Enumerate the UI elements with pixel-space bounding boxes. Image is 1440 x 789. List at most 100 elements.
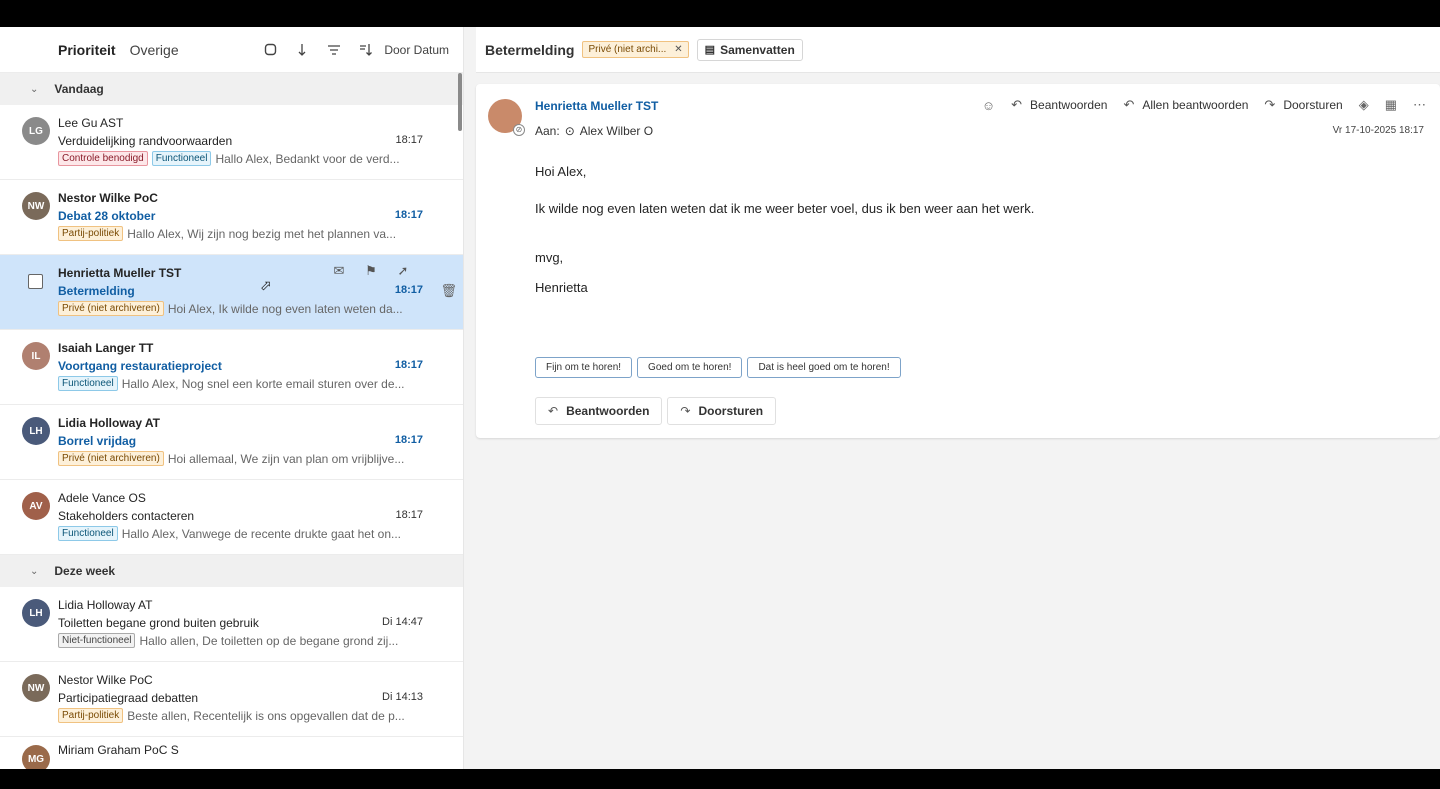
sender-name[interactable]: Henrietta Mueller TST bbox=[535, 99, 658, 113]
suggested-reply-button[interactable]: Dat is heel goed om te horen! bbox=[747, 357, 901, 378]
flag-icon[interactable]: ⚑ bbox=[355, 263, 387, 279]
sender-name: Lee Gu AST bbox=[58, 116, 124, 130]
reading-pane-header: Betermelding Privé (niet archi... ✕ ▤ Sa… bbox=[476, 27, 1440, 73]
category-tag: Controle benodigd bbox=[58, 151, 148, 166]
top-black-bar bbox=[0, 0, 1440, 27]
tab-other[interactable]: Overige bbox=[130, 42, 179, 58]
reply-label: Beantwoorden bbox=[566, 404, 650, 418]
trash-icon[interactable]: 🗑 bbox=[440, 283, 457, 299]
received-time: 18:17 bbox=[394, 209, 423, 221]
close-icon[interactable]: ✕ bbox=[674, 44, 682, 55]
chevron-down-icon[interactable]: ⌄ bbox=[30, 84, 38, 95]
subject: Participatiegraad debatten bbox=[58, 691, 199, 705]
reply-label: Beantwoorden bbox=[1030, 98, 1108, 112]
list-item[interactable]: IL Isaiah Langer TT Voortgang restaurati… bbox=[0, 330, 463, 405]
mouse-cursor-icon: ⬀ bbox=[260, 277, 272, 293]
sort-order-icon[interactable] bbox=[358, 42, 374, 58]
forward-label: Doorsturen bbox=[1283, 98, 1343, 112]
group-header-today[interactable]: ⌄ Vandaag bbox=[0, 73, 463, 105]
bottom-reply-actions: ↶ Beantwoorden ↷ Doorsturen bbox=[535, 397, 781, 425]
conversation-subject: Betermelding bbox=[485, 41, 575, 58]
presence-icon: ⊘ bbox=[513, 124, 525, 136]
preview-line: Functioneel Hallo Alex, Vanwege de recen… bbox=[58, 526, 423, 541]
message-list-pane: Prioriteit Overige Door Datum ⌄ Vandaag bbox=[0, 27, 464, 769]
select-checkbox[interactable] bbox=[28, 274, 43, 289]
avatar: MG bbox=[22, 745, 50, 769]
list-item[interactable]: LH Lidia Holloway AT Toiletten begane gr… bbox=[0, 587, 463, 662]
message-list-header: Prioriteit Overige Door Datum bbox=[0, 27, 463, 73]
sort-by-date-button[interactable]: Door Datum bbox=[384, 43, 449, 57]
reply-all-label: Allen beantwoorden bbox=[1142, 98, 1249, 112]
chevron-down-icon[interactable]: ⌄ bbox=[30, 566, 38, 577]
list-item[interactable]: MG Miriam Graham PoC S bbox=[0, 737, 463, 769]
mark-read-icon[interactable]: ✉ bbox=[323, 263, 355, 279]
pin-icon[interactable]: ➚ bbox=[387, 263, 419, 279]
received-time: 18:17 bbox=[395, 134, 423, 146]
subject: Borrel vrijdag bbox=[58, 434, 137, 448]
sender-name: Nestor Wilke PoC bbox=[58, 673, 153, 687]
avatar: LH bbox=[22, 417, 50, 445]
sticker-icon[interactable]: ◈ bbox=[1359, 97, 1369, 113]
more-icon[interactable]: ⋯ bbox=[1413, 97, 1426, 113]
bottom-black-bar bbox=[0, 769, 1440, 789]
category-tag: Functioneel bbox=[58, 376, 118, 391]
sort-icon[interactable] bbox=[294, 42, 310, 58]
recipients: Aan: ⊙ Alex Wilber O bbox=[535, 124, 653, 138]
group-header-this-week[interactable]: ⌄ Deze week bbox=[0, 555, 463, 587]
preview-text: Hoi allemaal, We zijn van plan om vrijbl… bbox=[167, 451, 405, 466]
avatar: ⊘ bbox=[488, 99, 525, 136]
list-item[interactable]: LG Lee Gu AST Verduidelijking randvoorwa… bbox=[0, 105, 463, 180]
avatar: NW bbox=[22, 674, 50, 702]
subject: Betermelding bbox=[58, 284, 135, 298]
preview-line: Privé (niet archiveren) Hoi Alex, Ik wil… bbox=[58, 301, 423, 316]
body-line: Ik wilde nog even laten weten dat ik me … bbox=[535, 201, 1035, 216]
category-tag: Partij-politiek bbox=[58, 708, 124, 723]
recipient-icon: ⊙ bbox=[564, 124, 575, 138]
tab-priority[interactable]: Prioriteit bbox=[58, 42, 116, 58]
category-chip[interactable]: Privé (niet archi... ✕ bbox=[582, 41, 689, 58]
recipient-name[interactable]: Alex Wilber O bbox=[580, 124, 653, 138]
list-item[interactable]: NW Nestor Wilke PoC Participatiegraad de… bbox=[0, 662, 463, 737]
select-all-icon[interactable] bbox=[262, 42, 278, 58]
hover-actions: ✉ ⚑ ➚ bbox=[323, 263, 419, 279]
emoji-icon[interactable]: ☺ bbox=[982, 98, 995, 113]
sent-date: Vr 17-10-2025 18:17 bbox=[1332, 125, 1424, 136]
preview-text: Beste allen, Recentelijk is ons opgevall… bbox=[127, 708, 405, 723]
filter-icon[interactable] bbox=[326, 42, 342, 58]
avatar: IL bbox=[22, 342, 50, 370]
received-time: Di 14:47 bbox=[382, 616, 423, 628]
greeting: Hoi Alex, bbox=[535, 164, 587, 179]
preview-text: Hallo allen, De toiletten op de begane g… bbox=[139, 633, 399, 648]
forward-icon: ↷ bbox=[1264, 97, 1276, 112]
category-tag: Privé (niet archiveren) bbox=[58, 301, 164, 316]
message-card: ⊘ Henrietta Mueller TST Aan: ⊙ Alex Wilb… bbox=[476, 84, 1440, 438]
list-item[interactable]: NW Nestor Wilke PoC Debat 28 oktober 18:… bbox=[0, 180, 463, 255]
reply-icon: ↶ bbox=[548, 404, 559, 418]
preview-text: Hallo Alex, Nog snel een korte email stu… bbox=[121, 376, 405, 391]
message-actions: ☺ ↶ Beantwoorden ↶ Allen beantwoorden ↷ … bbox=[966, 97, 1426, 113]
list-item-selected[interactable]: Henrietta Mueller TST Betermelding 18:17… bbox=[0, 255, 463, 330]
forward-icon: ↷ bbox=[680, 404, 691, 418]
sender-name: Miriam Graham PoC S bbox=[58, 743, 179, 757]
suggested-reply-button[interactable]: Goed om te horen! bbox=[637, 357, 743, 378]
avatar: LG bbox=[22, 117, 50, 145]
reply-all-button[interactable]: ↶ Allen beantwoorden bbox=[1123, 97, 1248, 113]
preview-text: Hallo Alex, Wij zijn nog bezig met het p… bbox=[127, 226, 397, 241]
summarize-button[interactable]: ▤ Samenvatten bbox=[696, 38, 803, 61]
subject: Verduidelijking randvoorwaarden bbox=[58, 134, 233, 148]
reply-icon: ↶ bbox=[1011, 97, 1023, 112]
sender-name: Henrietta Mueller TST bbox=[58, 266, 182, 280]
reply-button[interactable]: ↶ Beantwoorden bbox=[1011, 97, 1107, 113]
sender-name: Adele Vance OS bbox=[58, 491, 146, 505]
category-chip-label: Privé (niet archi... bbox=[588, 44, 667, 55]
preview-text: Hallo Alex, Vanwege de recente drukte ga… bbox=[121, 526, 401, 541]
preview-line: Partij-politiek Beste allen, Recentelijk… bbox=[58, 708, 423, 723]
forward-button[interactable]: ↷ Doorsturen bbox=[1264, 97, 1342, 113]
apps-icon[interactable]: ▦ bbox=[1385, 97, 1397, 113]
subject: Toiletten begane grond buiten gebruik bbox=[58, 616, 259, 630]
forward-button[interactable]: ↷ Doorsturen bbox=[667, 397, 777, 425]
suggested-reply-button[interactable]: Fijn om te horen! bbox=[535, 357, 633, 378]
list-item[interactable]: AV Adele Vance OS Stakeholders contacter… bbox=[0, 480, 463, 555]
reply-button[interactable]: ↶ Beantwoorden bbox=[535, 397, 663, 425]
list-item[interactable]: LH Lidia Holloway AT Borrel vrijdag 18:1… bbox=[0, 405, 463, 480]
